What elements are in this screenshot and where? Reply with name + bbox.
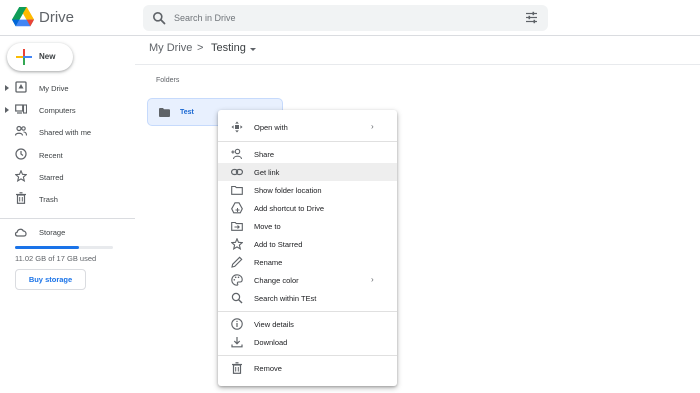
folder-name: Test	[180, 109, 194, 116]
sidebar-item-starred[interactable]: Starred	[0, 166, 135, 188]
sidebar-item-label: Computers	[39, 106, 76, 115]
menu-item-show-folder-location[interactable]: Show folder location	[218, 181, 397, 199]
menu-item-label: Get link	[254, 168, 280, 177]
trash-icon	[15, 192, 27, 204]
submenu-arrow-icon: ›	[371, 122, 374, 131]
menu-item-search-within[interactable]: Search within TEst	[218, 289, 397, 307]
submenu-arrow-icon: ›	[371, 275, 374, 284]
menu-item-label: Show folder location	[254, 186, 322, 195]
menu-item-label: Rename	[254, 258, 283, 267]
sidebar-item-label: Starred	[39, 173, 64, 182]
trash-icon	[231, 362, 243, 374]
menu-item-label: Remove	[254, 364, 282, 373]
storage-used-text: 11.02 GB of 17 GB used	[15, 254, 97, 263]
palette-icon	[231, 274, 243, 286]
people-icon	[15, 125, 27, 137]
menu-item-add-to-starred[interactable]: Add to Starred	[218, 235, 397, 253]
menu-item-label: Move to	[254, 222, 281, 231]
download-icon	[231, 336, 243, 348]
move-to-icon	[231, 220, 243, 232]
menu-divider	[218, 141, 397, 142]
sidebar-item-computers[interactable]: Computers	[0, 99, 135, 121]
sidebar-item-label: Shared with me	[39, 128, 92, 137]
star-outline-icon	[231, 238, 243, 250]
menu-item-share[interactable]: Share	[218, 145, 397, 163]
menu-item-label: Download	[254, 338, 288, 347]
menu-item-label: Share	[254, 150, 275, 159]
menu-item-label: View details	[254, 320, 294, 329]
folder-icon	[159, 108, 170, 117]
plus-icon	[16, 49, 32, 65]
breadcrumb-separator: >	[197, 42, 204, 54]
sidebar-item-recent[interactable]: Recent	[0, 144, 135, 166]
google-drive-logo-icon[interactable]	[12, 7, 34, 27]
sidebar-item-label: My Drive	[39, 84, 69, 93]
section-title-folders: Folders	[156, 77, 180, 84]
menu-item-download[interactable]: Download	[218, 333, 397, 351]
menu-item-rename[interactable]: Rename	[218, 253, 397, 271]
search-icon	[231, 292, 243, 304]
chevron-down-icon[interactable]	[250, 48, 256, 51]
new-button[interactable]: New	[7, 43, 73, 71]
menu-item-label: Open with	[254, 123, 288, 132]
menu-item-label: Add to Starred	[254, 240, 303, 249]
top-header: Drive	[0, 0, 700, 36]
menu-item-label: Add shortcut to Drive	[254, 204, 325, 213]
expand-arrow-icon[interactable]	[5, 107, 9, 113]
search-bar[interactable]	[143, 5, 548, 31]
cloud-icon	[14, 226, 28, 238]
add-person-icon	[231, 148, 243, 160]
search-input[interactable]	[174, 9, 504, 27]
sidebar-item-label: Trash	[39, 195, 58, 204]
open-with-icon	[231, 121, 243, 133]
menu-item-get-link[interactable]: Get link	[218, 163, 397, 181]
storage-progress-fill	[15, 246, 79, 249]
info-icon	[231, 318, 243, 330]
computer-icon	[15, 103, 27, 115]
breadcrumb-root[interactable]: My Drive	[149, 42, 192, 54]
search-icon[interactable]	[152, 11, 166, 25]
sidebar-divider	[0, 218, 135, 219]
main-divider	[135, 64, 700, 65]
menu-item-label: Change color	[254, 276, 299, 285]
new-button-label: New	[39, 52, 56, 61]
clock-icon	[15, 148, 27, 160]
drive-shortcut-icon	[231, 202, 243, 214]
expand-arrow-icon[interactable]	[5, 85, 9, 91]
menu-divider	[218, 355, 397, 356]
menu-item-view-details[interactable]: View details	[218, 315, 397, 333]
menu-item-open-with[interactable]: Open with ›	[218, 118, 397, 136]
sidebar-item-my-drive[interactable]: My Drive	[0, 77, 135, 99]
sidebar-item-shared-with-me[interactable]: Shared with me	[0, 121, 135, 143]
tune-icon[interactable]	[525, 11, 538, 24]
breadcrumb-current[interactable]: Testing	[211, 42, 246, 54]
buy-storage-button[interactable]: Buy storage	[15, 269, 86, 290]
menu-item-remove[interactable]: Remove	[218, 359, 397, 377]
link-icon	[231, 166, 243, 178]
menu-divider	[218, 311, 397, 312]
app-title: Drive	[39, 9, 75, 26]
my-drive-icon	[15, 81, 27, 93]
menu-item-add-shortcut[interactable]: Add shortcut to Drive	[218, 199, 397, 217]
storage-label[interactable]: Storage	[39, 228, 65, 237]
menu-item-move-to[interactable]: Move to	[218, 217, 397, 235]
menu-item-label: Search within TEst	[254, 294, 317, 303]
folder-outline-icon	[231, 184, 243, 196]
sidebar-item-trash[interactable]: Trash	[0, 188, 135, 210]
menu-item-change-color[interactable]: Change color ›	[218, 271, 397, 289]
context-menu: Open with › Share Get link Show folder l…	[218, 110, 397, 386]
star-icon	[15, 170, 27, 182]
pencil-icon	[231, 256, 243, 268]
storage-progress-bar	[15, 246, 113, 249]
sidebar-item-label: Recent	[39, 151, 63, 160]
